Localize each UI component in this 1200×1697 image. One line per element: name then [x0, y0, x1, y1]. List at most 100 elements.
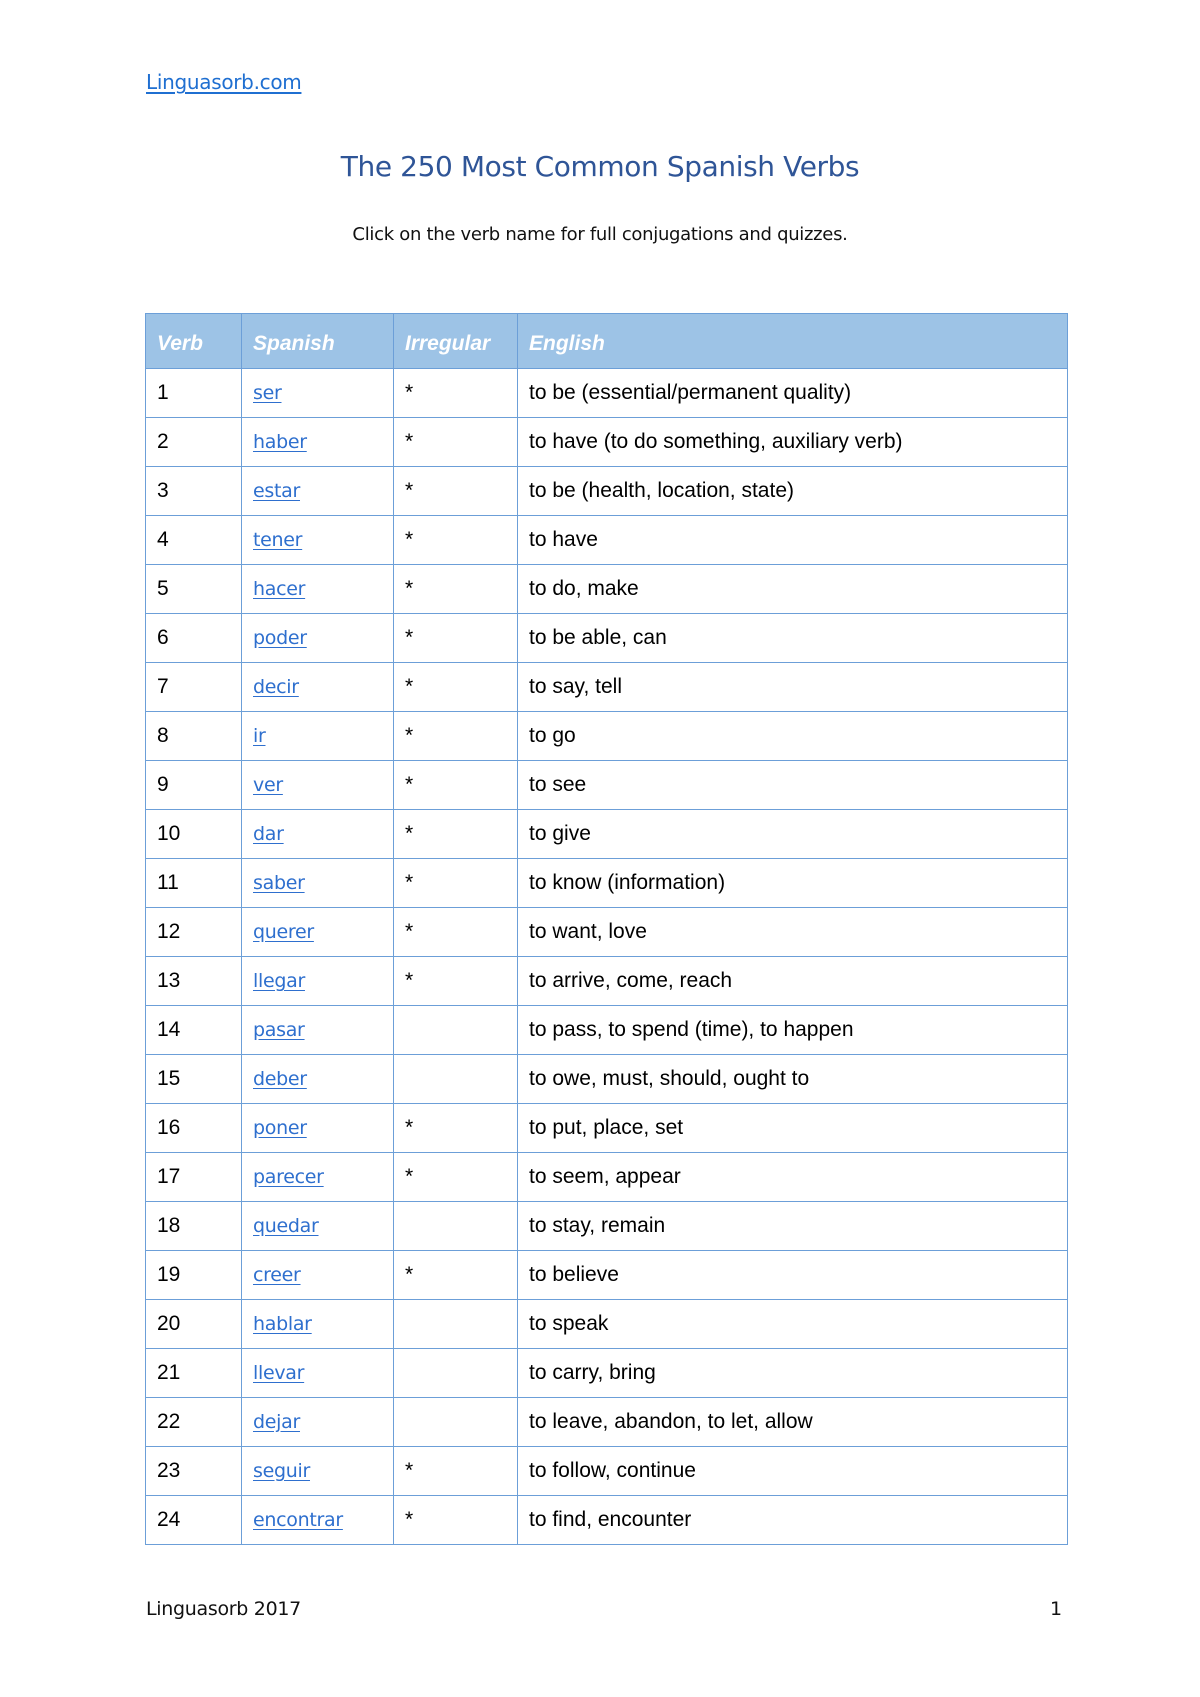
irregular-marker: [393, 1201, 518, 1251]
spanish-cell: hablar: [241, 1299, 394, 1349]
verb-link[interactable]: llegar: [253, 970, 305, 992]
verb-rank: 1: [145, 368, 242, 418]
english-translation: to believe: [517, 1250, 1068, 1300]
irregular-marker: [393, 1005, 518, 1055]
table-row: 8 ir * to go: [145, 711, 1068, 761]
table-row: 11 saber * to know (information): [145, 858, 1068, 908]
english-translation: to be (essential/permanent quality): [517, 368, 1068, 418]
spanish-cell: hacer: [241, 564, 394, 614]
irregular-marker: *: [393, 858, 518, 908]
irregular-marker: *: [393, 368, 518, 418]
spanish-cell: pasar: [241, 1005, 394, 1055]
verb-link[interactable]: llevar: [253, 1362, 304, 1384]
irregular-marker: *: [393, 1152, 518, 1202]
spanish-cell: dejar: [241, 1397, 394, 1447]
verb-link[interactable]: seguir: [253, 1460, 310, 1482]
verb-link[interactable]: haber: [253, 431, 307, 453]
verb-link[interactable]: poner: [253, 1117, 307, 1139]
page-title: The 250 Most Common Spanish Verbs: [340, 150, 860, 183]
english-translation: to owe, must, should, ought to: [517, 1054, 1068, 1104]
verb-link[interactable]: querer: [253, 921, 314, 943]
english-translation: to seem, appear: [517, 1152, 1068, 1202]
spanish-cell: tener: [241, 515, 394, 565]
spanish-cell: ver: [241, 760, 394, 810]
table-header-row: Verb Spanish Irregular English: [145, 313, 1068, 369]
table-row: 23 seguir * to follow, continue: [145, 1446, 1068, 1496]
spanish-cell: parecer: [241, 1152, 394, 1202]
verb-rank: 10: [145, 809, 242, 859]
irregular-marker: [393, 1397, 518, 1447]
verb-link[interactable]: estar: [253, 480, 300, 502]
verb-rank: 7: [145, 662, 242, 712]
column-header-irregular: Irregular: [393, 313, 518, 369]
verb-link[interactable]: tener: [253, 529, 302, 551]
verb-link[interactable]: dar: [253, 823, 284, 845]
spanish-cell: seguir: [241, 1446, 394, 1496]
spanish-cell: poder: [241, 613, 394, 663]
verbs-table: Verb Spanish Irregular English 1 ser * to b…: [145, 313, 1068, 1545]
verb-link[interactable]: ir: [253, 725, 266, 747]
table-row: 3 estar * to be (health, location, state): [145, 466, 1068, 516]
table-row: 20 hablar to speak: [145, 1299, 1068, 1349]
spanish-cell: ser: [241, 368, 394, 418]
verb-rank: 15: [145, 1054, 242, 1104]
verb-link[interactable]: ser: [253, 382, 282, 404]
verb-rank: 22: [145, 1397, 242, 1447]
table-row: 18 quedar to stay, remain: [145, 1201, 1068, 1251]
table-row: 12 querer * to want, love: [145, 907, 1068, 957]
table-row: 5 hacer * to do, make: [145, 564, 1068, 614]
verb-link[interactable]: ver: [253, 774, 283, 796]
english-translation: to do, make: [517, 564, 1068, 614]
spanish-cell: poner: [241, 1103, 394, 1153]
english-translation: to find, encounter: [517, 1495, 1068, 1545]
verb-link[interactable]: decir: [253, 676, 299, 698]
spanish-cell: dar: [241, 809, 394, 859]
verb-link[interactable]: pasar: [253, 1019, 305, 1041]
irregular-marker: *: [393, 1250, 518, 1300]
verb-link[interactable]: hacer: [253, 578, 305, 600]
spanish-cell: ir: [241, 711, 394, 761]
spanish-cell: haber: [241, 417, 394, 467]
irregular-marker: *: [393, 809, 518, 859]
table-row: 21 llevar to carry, bring: [145, 1348, 1068, 1398]
irregular-marker: [393, 1299, 518, 1349]
english-translation: to say, tell: [517, 662, 1068, 712]
table-row: 13 llegar * to arrive, come, reach: [145, 956, 1068, 1006]
verb-rank: 20: [145, 1299, 242, 1349]
spanish-cell: estar: [241, 466, 394, 516]
verb-link[interactable]: saber: [253, 872, 305, 894]
table-row: 14 pasar to pass, to spend (time), to happ…: [145, 1005, 1068, 1055]
verb-link[interactable]: poder: [253, 627, 307, 649]
footer-copyright: Linguasorb 2017: [146, 1598, 301, 1620]
verb-link[interactable]: quedar: [253, 1215, 319, 1237]
verb-link[interactable]: creer: [253, 1264, 301, 1286]
irregular-marker: *: [393, 711, 518, 761]
verb-link[interactable]: hablar: [253, 1313, 312, 1335]
irregular-marker: *: [393, 466, 518, 516]
verb-link[interactable]: deber: [253, 1068, 307, 1090]
column-header-english: English: [517, 313, 1068, 369]
spanish-cell: quedar: [241, 1201, 394, 1251]
verb-rank: 2: [145, 417, 242, 467]
irregular-marker: *: [393, 417, 518, 467]
verb-link[interactable]: parecer: [253, 1166, 324, 1188]
verb-rank: 11: [145, 858, 242, 908]
verb-rank: 17: [145, 1152, 242, 1202]
spanish-cell: creer: [241, 1250, 394, 1300]
verb-rank: 4: [145, 515, 242, 565]
english-translation: to be (health, location, state): [517, 466, 1068, 516]
irregular-marker: *: [393, 1495, 518, 1545]
verb-rank: 8: [145, 711, 242, 761]
verb-link[interactable]: encontrar: [253, 1509, 343, 1531]
column-header-spanish: Spanish: [241, 313, 394, 369]
english-translation: to leave, abandon, to let, allow: [517, 1397, 1068, 1447]
verb-link[interactable]: dejar: [253, 1411, 300, 1433]
verb-rank: 24: [145, 1495, 242, 1545]
irregular-marker: [393, 1348, 518, 1398]
site-link[interactable]: Linguasorb.com: [146, 70, 302, 94]
english-translation: to go: [517, 711, 1068, 761]
english-translation: to put, place, set: [517, 1103, 1068, 1153]
english-translation: to know (information): [517, 858, 1068, 908]
table-row: 4 tener * to have: [145, 515, 1068, 565]
english-translation: to pass, to spend (time), to happen: [517, 1005, 1068, 1055]
